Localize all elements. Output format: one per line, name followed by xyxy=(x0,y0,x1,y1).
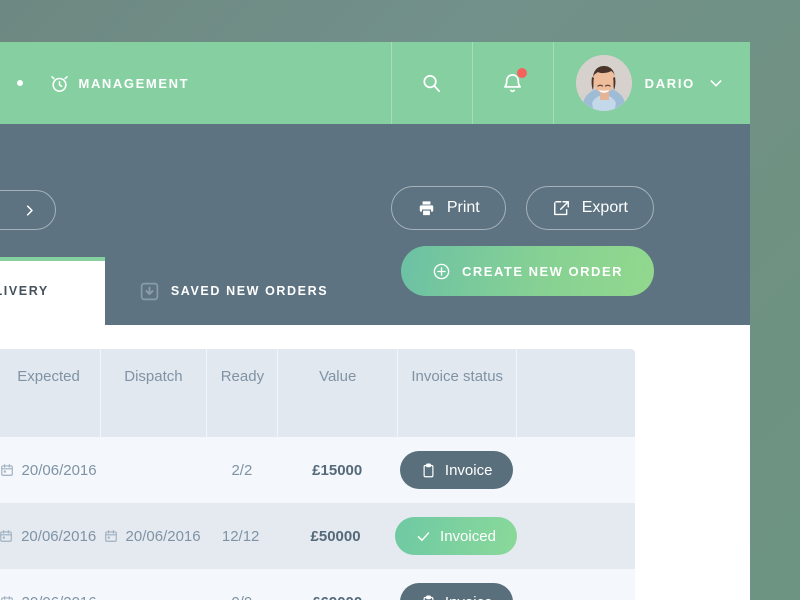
cell-invoice-status: Invoice xyxy=(397,437,516,503)
column-header-value[interactable]: Value xyxy=(277,349,396,437)
table-row[interactable]: 20/06/2016 20/06/2016 12/12 £50000 Invoi… xyxy=(0,503,635,569)
external-link-icon xyxy=(552,199,571,218)
cell-value-amount: £50000 xyxy=(310,527,361,545)
calendar-icon xyxy=(0,529,13,543)
column-header-ready-label: Ready xyxy=(220,368,265,385)
cell-value: £69000 xyxy=(277,569,396,600)
notifications-button[interactable] xyxy=(473,42,553,124)
create-new-order-button[interactable]: CREATE NEW ORDER xyxy=(401,246,654,296)
cell-expected: 20/06/2016 xyxy=(0,503,99,569)
column-header-spacer xyxy=(516,349,635,437)
print-button[interactable]: Print xyxy=(390,186,506,230)
cell-value: £50000 xyxy=(276,503,395,569)
date-range-selector[interactable]: 16 xyxy=(0,190,56,230)
avatar xyxy=(575,55,632,111)
cell-dispatch: 20/06/2016 xyxy=(99,503,205,569)
toolbar-actions: Print Export xyxy=(390,186,654,230)
search-button[interactable] xyxy=(392,42,472,124)
cell-spacer xyxy=(517,503,635,569)
export-button[interactable]: Export xyxy=(525,186,654,230)
cell-ready-value: 12/12 xyxy=(221,527,260,545)
invoiced-badge-label: Invoiced xyxy=(440,527,496,545)
column-header-expected[interactable]: Expected xyxy=(0,349,100,437)
page-toolbar: 16 Print xyxy=(0,124,750,325)
tab-saved-new-orders-label: SAVED NEW ORDERS xyxy=(170,284,329,298)
cell-expected: 20/06/2016 xyxy=(0,569,100,600)
plus-circle-icon xyxy=(432,262,451,281)
orders-table: tact Expected Dispatch Ready Value Invoi… xyxy=(0,349,635,600)
cell-ready: 9/9 xyxy=(206,569,277,600)
cell-value-amount: £69000 xyxy=(312,594,362,600)
printer-icon xyxy=(417,199,436,218)
nav-links: ORTS MANAGEMENT xyxy=(0,42,391,124)
cell-dispatch xyxy=(100,437,207,503)
cell-ready: 2/2 xyxy=(206,437,277,503)
app-panel: ORTS MANAGEMENT xyxy=(0,42,750,600)
column-header-ready[interactable]: Ready xyxy=(206,349,277,437)
chevron-down-icon xyxy=(708,75,724,91)
tab-delivery-label: DELIVERY xyxy=(0,284,49,298)
print-button-label: Print xyxy=(446,199,480,216)
cell-value-amount: £15000 xyxy=(312,461,363,479)
save-down-icon xyxy=(139,281,160,302)
cell-value: £15000 xyxy=(277,437,396,503)
invoiced-badge[interactable]: Invoiced xyxy=(395,517,517,555)
invoice-button[interactable]: Invoice xyxy=(399,583,514,600)
nav-link-management-label: MANAGEMENT xyxy=(78,75,190,91)
column-header-expected-label: Expected xyxy=(17,368,80,385)
table-header-row: tact Expected Dispatch Ready Value Invoi… xyxy=(0,349,635,437)
cell-ready-value: 9/9 xyxy=(231,594,252,600)
invoice-button-label: Invoice xyxy=(445,594,493,600)
invoice-button[interactable]: Invoice xyxy=(399,451,514,489)
cell-expected: 20/06/2016 xyxy=(0,437,100,503)
content-area: tact Expected Dispatch Ready Value Invoi… xyxy=(0,325,750,600)
cell-ready: 12/12 xyxy=(205,503,276,569)
clipboard-icon xyxy=(421,595,436,600)
invoice-button-label: Invoice xyxy=(444,461,493,479)
user-menu[interactable]: DARIO xyxy=(554,42,750,124)
search-icon xyxy=(420,72,443,95)
chevron-right-icon xyxy=(22,203,37,218)
table-row[interactable]: 20/06/2016 2/2 £15000 Invoice xyxy=(0,437,635,503)
cell-spacer xyxy=(516,569,635,600)
table-row[interactable]: 20/06/2016 9/9 £69000 xyxy=(0,569,635,600)
column-header-invoice-status-label: Invoice status xyxy=(411,368,504,385)
cell-spacer xyxy=(516,437,635,503)
calendar-icon xyxy=(0,595,14,600)
cell-expected-value: 20/06/2016 xyxy=(21,461,97,479)
tab-saved-new-orders[interactable]: SAVED NEW ORDERS xyxy=(105,257,362,325)
cell-ready-value: 2/2 xyxy=(231,461,253,479)
column-header-dispatch[interactable]: Dispatch xyxy=(99,349,207,437)
user-name-label: DARIO xyxy=(644,75,695,91)
cell-expected-value: 20/06/2016 xyxy=(22,594,97,600)
column-header-value-label: Value xyxy=(319,368,357,385)
calendar-icon xyxy=(0,463,14,477)
cell-dispatch xyxy=(100,569,207,600)
clipboard-icon xyxy=(421,463,436,478)
tab-bar: DELIVERY SAVED NEW ORDERS xyxy=(0,257,362,325)
export-button-label: Export xyxy=(581,199,628,216)
nav-separator-dot xyxy=(16,80,23,86)
nav-link-management[interactable]: MANAGEMENT xyxy=(49,73,190,94)
cell-invoice-status: Invoiced xyxy=(395,503,517,569)
cell-invoice-status: Invoice xyxy=(397,569,516,600)
notification-badge-dot xyxy=(516,68,527,78)
top-navigation-bar: ORTS MANAGEMENT xyxy=(0,42,750,124)
cell-dispatch-value: 20/06/2016 xyxy=(125,527,201,545)
column-header-invoice-status[interactable]: Invoice status xyxy=(396,349,516,437)
cell-expected-value: 20/06/2016 xyxy=(21,527,97,545)
check-icon xyxy=(416,529,431,544)
column-header-dispatch-label: Dispatch xyxy=(124,368,183,385)
alarm-clock-icon xyxy=(49,73,70,94)
tab-delivery[interactable]: DELIVERY xyxy=(0,257,105,325)
create-new-order-label: CREATE NEW ORDER xyxy=(462,263,623,279)
calendar-icon xyxy=(104,529,118,543)
